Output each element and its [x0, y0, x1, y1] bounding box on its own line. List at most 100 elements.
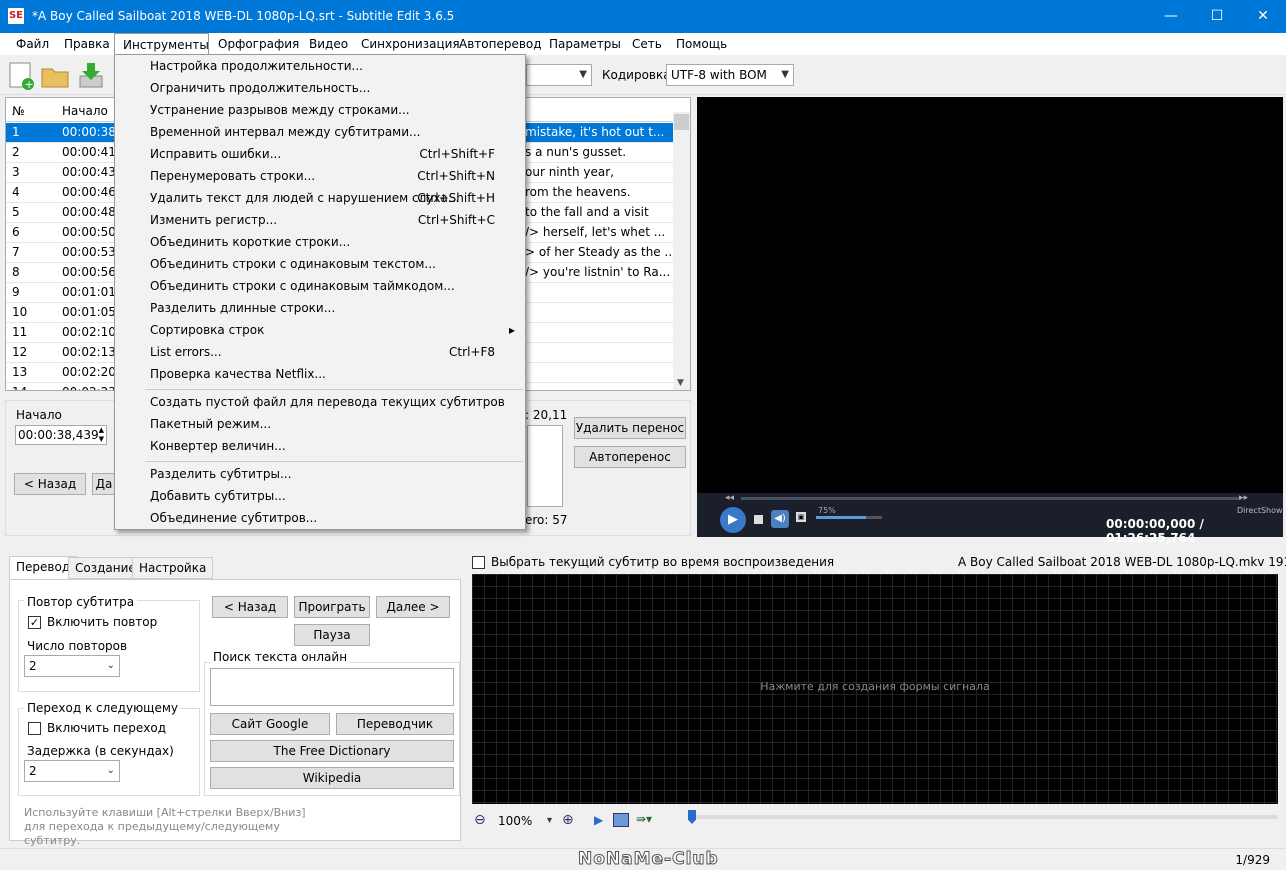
next-subtitle-button[interactable]: Да	[92, 473, 116, 495]
app-icon: SE	[8, 8, 24, 24]
col-start[interactable]: Начало	[62, 104, 108, 118]
row-start-time: 00:02:23	[62, 385, 116, 390]
auto-break-button[interactable]: Автоперенос	[574, 446, 686, 468]
menu-item[interactable]: Объединить короткие строки...	[150, 235, 350, 249]
translate-prev-button[interactable]: < Назад	[212, 596, 288, 618]
video-player[interactable]: ◂◂ ▸▸ ▶ ◀) ▣ 75% DirectShow 00:00:00,000…	[697, 97, 1283, 545]
row-start-time: 00:00:46	[62, 185, 116, 199]
volume-icon[interactable]: ◀)	[771, 510, 789, 528]
new-file-icon[interactable]: +	[6, 60, 36, 91]
menu-item[interactable]: List errors...	[150, 345, 222, 359]
menu-item[interactable]: Устранение разрывов между строками...	[150, 103, 410, 117]
remove-line-break-button[interactable]: Удалить перенос	[574, 417, 686, 439]
encoding-label: Кодировка	[602, 68, 671, 82]
start-time-input[interactable]: 00:00:38,439 ▲ ▼	[15, 425, 107, 445]
search-text-input[interactable]	[210, 668, 454, 706]
menu-item[interactable]: Разделить длинные строки...	[150, 301, 335, 315]
menu-item[interactable]: Удалить текст для людей с нарушением слу…	[150, 191, 459, 205]
stop-icon[interactable]	[754, 515, 763, 524]
menu-item[interactable]: Настройка продолжительности...	[150, 59, 363, 73]
menu-item[interactable]: Разделить субтитры...	[150, 467, 291, 481]
menu-item[interactable]: Временной интервал между субтитрами...	[150, 125, 420, 139]
encoding-select[interactable]: UTF-8 with BOM ▼	[666, 64, 794, 86]
waveform-area[interactable]: Нажмите для создания формы сигнала	[472, 574, 1278, 804]
slider-thumb-icon[interactable]	[688, 810, 696, 824]
translate-play-button[interactable]: Проиграть	[294, 596, 370, 618]
volume-slider[interactable]	[816, 516, 882, 519]
shortcut-hint: Используйте клавиши [Alt+стрелки Вверх/В…	[24, 806, 306, 847]
rewind-icon[interactable]: ◂◂	[725, 493, 734, 503]
menu-item[interactable]: Объединить строки с одинаковым таймкодом…	[150, 279, 455, 293]
menu-item[interactable]: Проверка качества Netflix...	[150, 367, 326, 381]
menu-item[interactable]: Сортировка строк	[150, 323, 264, 337]
video-seek-bar[interactable]	[741, 497, 1241, 500]
menu-item[interactable]: Создать пустой файл для перевода текущих…	[150, 395, 505, 409]
row-number: 12	[12, 345, 28, 359]
tab-settings[interactable]: Настройка	[132, 557, 214, 579]
next-group-label: Переход к следующему	[24, 701, 182, 715]
repeat-count-select[interactable]: 2 ⌄	[24, 655, 120, 677]
delay-select[interactable]: 2 ⌄	[24, 760, 120, 782]
menu-item[interactable]: Объединение субтитров...	[150, 511, 317, 525]
menu-item[interactable]: Перенумеровать строки...	[150, 169, 315, 183]
open-folder-icon[interactable]	[40, 60, 70, 90]
prev-subtitle-button[interactable]: < Назад	[14, 473, 86, 495]
format-select[interactable]: ▼	[526, 64, 592, 86]
window-title: *A Boy Called Sailboat 2018 WEB-DL 1080p…	[32, 9, 455, 23]
menu-item[interactable]: Добавить субтитры...	[150, 489, 286, 503]
menu-network[interactable]: Сеть	[624, 33, 670, 55]
save-icon[interactable]	[76, 60, 106, 90]
grid-scrollbar[interactable]: ▼	[673, 112, 690, 390]
zoom-select[interactable]: 100% ▾	[494, 811, 556, 833]
menu-shortcut: Ctrl+F8	[449, 345, 495, 359]
menu-help[interactable]: Помощь	[668, 33, 735, 55]
split-icon[interactable]	[613, 813, 629, 827]
menu-shortcut: Ctrl+Shift+H	[417, 191, 495, 205]
subtitle-text-box[interactable]	[527, 425, 563, 507]
goto-next-icon[interactable]: ⇛▾	[636, 812, 652, 826]
wikipedia-button[interactable]: Wikipedia	[210, 767, 454, 789]
row-number: 13	[12, 365, 28, 379]
menu-item[interactable]: Пакетный режим...	[150, 417, 271, 431]
fast-forward-icon[interactable]: ▸▸	[1239, 493, 1248, 503]
translate-next-button[interactable]: Далее >	[376, 596, 450, 618]
zoom-out-icon[interactable]: ⊖	[474, 812, 486, 828]
menu-item[interactable]: Объединить строки с одинаковым текстом..…	[150, 257, 436, 271]
menu-file[interactable]: Файл	[8, 33, 57, 55]
play-icon[interactable]: ▶	[720, 507, 746, 533]
waveform-position-slider[interactable]	[690, 815, 1278, 819]
menu-item[interactable]: Изменить регистр...	[150, 213, 277, 227]
zoom-in-icon[interactable]: ⊕	[562, 812, 574, 828]
spin-arrows-icon[interactable]: ▲ ▼	[99, 426, 104, 444]
row-start-time: 00:00:41	[62, 145, 116, 159]
close-button[interactable]: ✕	[1240, 0, 1286, 33]
zoom-value: 100%	[498, 814, 533, 828]
google-button[interactable]: Сайт Google	[210, 713, 330, 735]
menu-edit[interactable]: Правка	[56, 33, 118, 55]
tab-translate[interactable]: Перевод	[9, 556, 78, 580]
translator-button[interactable]: Переводчик	[336, 713, 454, 735]
next-checkbox[interactable]	[28, 722, 41, 735]
minimize-button[interactable]: —	[1148, 0, 1194, 33]
video-file-info: A Boy Called Sailboat 2018 WEB-DL 1080p-…	[958, 555, 1286, 569]
select-current-checkbox[interactable]	[472, 556, 485, 569]
play-waveform-icon[interactable]: ▶	[594, 813, 603, 827]
search-group-label: Поиск текста онлайн	[210, 650, 351, 664]
menu-spellcheck[interactable]: Орфография	[210, 33, 307, 55]
menu-item[interactable]: Конвертер величин...	[150, 439, 286, 453]
menu-tools[interactable]: Инструменты	[114, 33, 209, 55]
translate-panel: Повтор субтитра ✓ Включить повтор Число …	[9, 579, 461, 841]
repeat-checkbox[interactable]: ✓	[28, 616, 41, 629]
select-current-label: Выбрать текущий субтитр во время воспрои…	[491, 555, 835, 569]
translate-pause-button[interactable]: Пауза	[294, 624, 370, 646]
menu-item[interactable]: Ограничить продолжительность...	[150, 81, 370, 95]
fullscreen-icon[interactable]: ▣	[796, 512, 806, 522]
maximize-button[interactable]: ☐	[1194, 0, 1240, 33]
menu-video[interactable]: Видео	[301, 33, 356, 55]
free-dictionary-button[interactable]: The Free Dictionary	[210, 740, 454, 762]
menu-item[interactable]: Исправить ошибки...	[150, 147, 281, 161]
row-text: > of her Steady as the ...	[525, 245, 675, 259]
menu-options[interactable]: Параметры	[541, 33, 629, 55]
col-number[interactable]: №	[12, 104, 24, 118]
menu-autotranslate[interactable]: Автоперевод	[451, 33, 550, 55]
